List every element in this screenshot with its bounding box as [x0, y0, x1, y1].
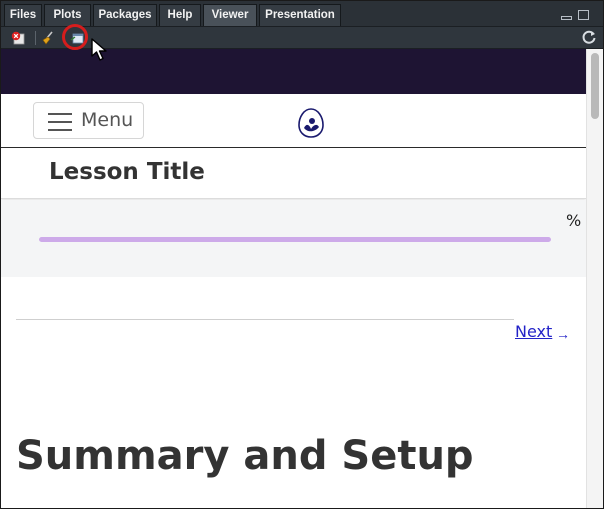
hamburger-icon	[48, 112, 72, 132]
site-top-bar	[1, 49, 586, 94]
tab-help[interactable]: Help	[159, 4, 201, 26]
content-divider	[16, 319, 514, 320]
lesson-title-bar: Lesson Title	[1, 148, 586, 199]
tab-plots[interactable]: Plots	[44, 4, 91, 26]
maximize-pane-icon[interactable]	[578, 10, 589, 20]
minimize-pane-icon[interactable]	[561, 16, 572, 20]
tab-packages[interactable]: Packages	[93, 4, 157, 26]
next-link[interactable]: Next	[515, 322, 552, 341]
progress-section: %	[1, 200, 586, 277]
tab-presentation[interactable]: Presentation	[259, 4, 341, 26]
tab-files[interactable]: Files	[4, 4, 42, 26]
progress-percent: %	[566, 211, 582, 230]
pane-tab-bar: Files Plots Packages Help Viewer Present…	[1, 1, 603, 27]
clear-all-icon[interactable]	[41, 31, 55, 45]
next-arrow-icon[interactable]: →	[556, 326, 570, 342]
progress-bar-fill	[39, 237, 551, 242]
page-heading: Summary and Setup	[16, 433, 474, 479]
scrollbar-thumb[interactable]	[591, 53, 599, 119]
highlight-circle	[62, 24, 88, 50]
site-navbar: Menu	[1, 94, 586, 148]
viewer-scrollbar[interactable]	[586, 49, 603, 508]
carpentries-logo-icon[interactable]	[298, 108, 324, 138]
rstudio-viewer-pane: Files Plots Packages Help Viewer Present…	[0, 0, 604, 509]
refresh-icon[interactable]	[581, 29, 597, 45]
mouse-cursor-icon	[91, 38, 107, 61]
progress-bar	[39, 237, 551, 242]
toolbar-separator	[35, 31, 36, 45]
menu-button-label: Menu	[81, 109, 134, 131]
menu-button[interactable]: Menu	[33, 102, 144, 139]
lesson-title[interactable]: Lesson Title	[49, 159, 205, 185]
viewer-content: Menu Lesson Title % Next → Summary and S…	[1, 49, 586, 508]
tab-viewer[interactable]: Viewer	[203, 4, 257, 26]
remove-viewer-icon[interactable]	[11, 31, 25, 45]
